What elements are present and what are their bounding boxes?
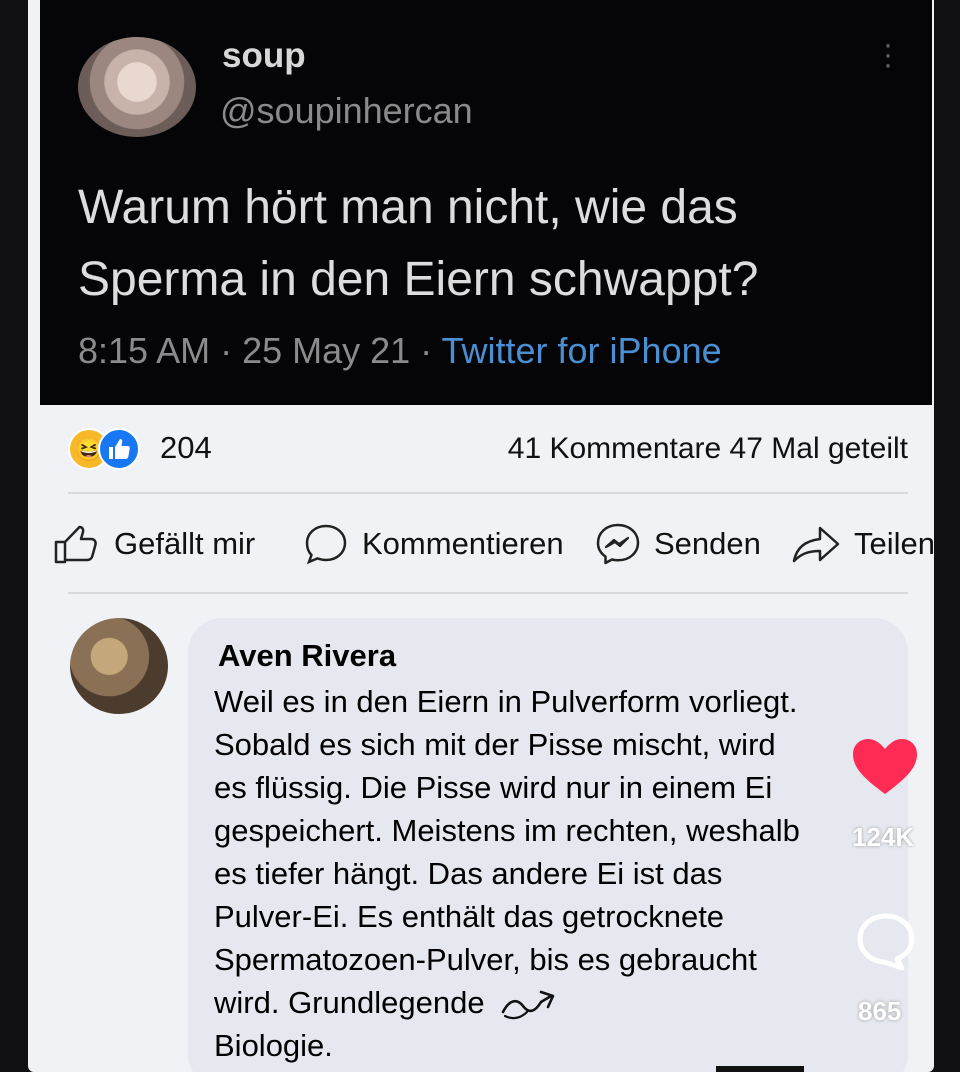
thumbs-up-icon — [54, 525, 97, 564]
comment-text-line: Spermatozoen-Pulver, bis es gebraucht — [214, 942, 757, 977]
divider — [68, 592, 908, 594]
tweet-meta: 8:15 AM · 25 May 21 · Twitter for iPhone — [78, 330, 722, 372]
share-button-label: Teilen — [854, 526, 934, 561]
divider — [68, 492, 908, 494]
send-button-label: Senden — [654, 526, 761, 561]
comment-bubble-icon — [305, 524, 347, 565]
tweet-text: Warum hört man nicht, wie das Sperma in … — [78, 172, 898, 316]
tweet-author-name[interactable]: soup — [222, 36, 306, 76]
reactions-bar: 😆 204 41 Kommentare 47 Mal geteilt — [68, 428, 908, 472]
send-button[interactable]: Senden — [592, 518, 761, 570]
comment-text-line: Weil es in den Eiern in Pulverform vorli… — [214, 684, 798, 719]
home-indicator — [716, 1066, 804, 1072]
comment-button[interactable]: Kommentieren — [300, 518, 564, 570]
comment-text-line: wird. Grundlegende — [214, 985, 485, 1020]
comment-button-label: Kommentieren — [362, 526, 564, 561]
embedded-tweet: soup @soupinhercan · · · Warum hört man ni… — [40, 0, 932, 405]
comment-text-line: es flüssig. Die Pisse wird nur in einem … — [214, 770, 773, 805]
like-button[interactable]: Gefällt mir — [52, 518, 255, 570]
screenshot-frame: soup @soupinhercan · · · Warum hört man ni… — [28, 0, 934, 1072]
tweet-source-link[interactable]: Twitter for iPhone — [442, 330, 722, 371]
comment-text-line: Sobald es sich mit der Pisse mischt, wir… — [214, 727, 776, 762]
tweet-avatar[interactable] — [78, 37, 196, 137]
like-count: 124K — [852, 822, 915, 852]
comment-bubble: Aven Rivera Weil es in den Eiern in Pulv… — [188, 618, 908, 1072]
action-bar: Gefällt mir Kommentieren Senden Teilen — [52, 518, 934, 570]
tweet-text-line: Sperma in den Eiern schwappt? — [78, 253, 759, 306]
more-options-icon[interactable]: · · · — [882, 30, 894, 80]
like-button-label: Gefällt mir — [114, 526, 256, 561]
reaction-count[interactable]: 204 — [160, 430, 212, 466]
comment-text-line: es tiefer hängt. Das andere Ei ist das — [214, 856, 723, 891]
comment-text: Weil es in den Eiern in Pulverform vorli… — [214, 680, 894, 1067]
comment-text-line: Pulver-Ei. Es enthält das getrocknete — [214, 899, 725, 934]
comment-icon[interactable] — [856, 912, 916, 970]
tweet-timestamp: 8:15 AM · 25 May 21 · — [78, 330, 442, 371]
comment-text-line: Biologie. — [214, 1028, 333, 1063]
share-button[interactable]: Teilen — [790, 518, 934, 570]
share-arrow-icon — [792, 526, 840, 563]
comment-count: 865 — [858, 996, 902, 1026]
tweet-text-line: Warum hört man nicht, wie das — [78, 181, 738, 234]
comment-text-line: gespeichert. Meistens im rechten, weshal… — [214, 813, 800, 848]
tweet-author-handle[interactable]: @soupinhercan — [220, 90, 473, 132]
comment-avatar[interactable] — [70, 618, 168, 714]
wavy-arrow-icon — [501, 990, 554, 1019]
comment-author-name[interactable]: Aven Rivera — [218, 638, 396, 674]
heart-icon[interactable] — [850, 736, 920, 798]
messenger-icon — [596, 523, 640, 565]
comments-shares-count[interactable]: 41 Kommentare 47 Mal geteilt — [508, 432, 908, 466]
like-reaction-icon[interactable] — [98, 428, 140, 470]
comment-text-line-with-emoji: wird. Grundlegende — [214, 981, 894, 1024]
